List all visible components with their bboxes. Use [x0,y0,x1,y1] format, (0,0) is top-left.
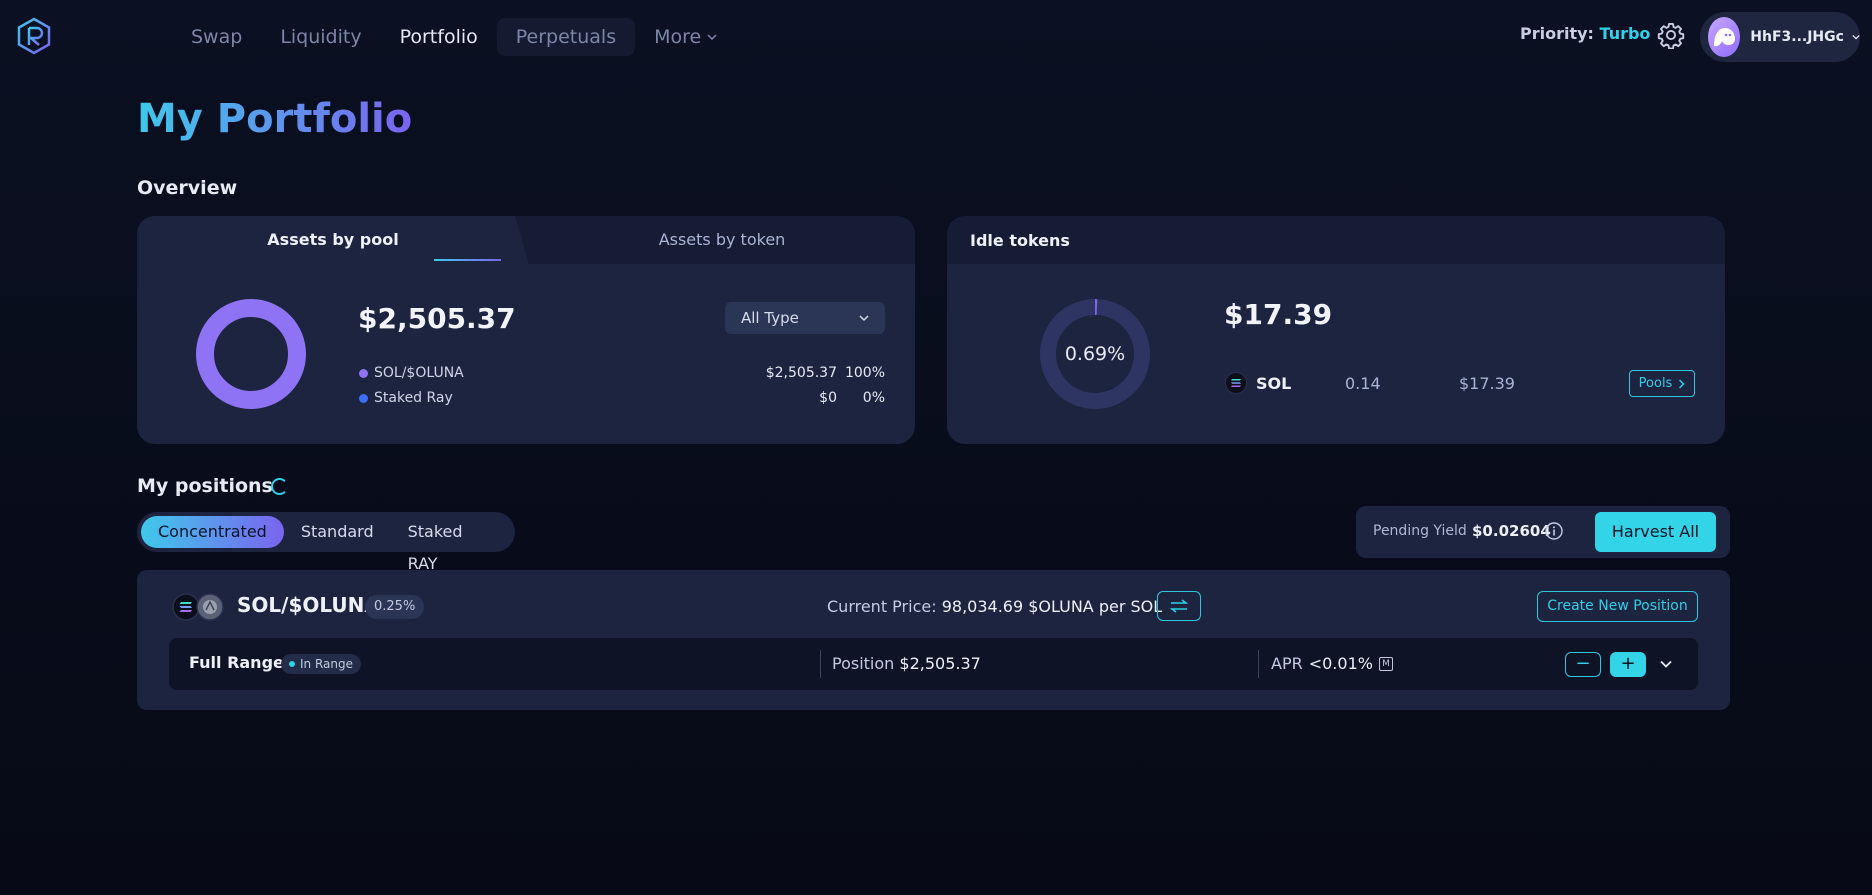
tab-underline [434,259,501,261]
position-apr: APR <0.01% M [1271,654,1393,673]
status-badge-label: In Range [300,657,353,671]
asset-row-pool: SOL/$OLUNA [359,363,464,383]
main-nav: Swap Liquidity Portfolio Perpetuals More [172,18,736,56]
pools-button-label: Pools [1638,376,1673,391]
wallet-address: HhF3...JHGc [1750,29,1844,45]
idle-total: $17.39 [1224,298,1333,331]
nav-liquidity[interactable]: Liquidity [261,18,380,56]
status-dot [289,661,295,667]
fee-badge: 0.25% [365,595,425,619]
harvest-all-button[interactable]: Harvest All [1595,512,1716,552]
raydium-logo-icon[interactable] [17,17,51,55]
overview-title: Overview [137,177,238,199]
current-price-label: Current Price: [827,597,937,616]
priority-setting[interactable]: Priority: Turbo [1520,24,1650,43]
info-icon[interactable] [1544,521,1564,541]
position-value-label: Position [832,654,895,673]
asset-value: $0 [819,390,837,406]
pool-pair-name: SOL/$OLUNA [237,593,380,617]
nav-more[interactable]: More [635,18,736,56]
divider [820,650,821,678]
position-range-label: Full Range [189,653,284,672]
idle-token-value: $17.39 [1459,374,1515,393]
swap-arrows-icon [1169,599,1189,613]
asset-percent: 100% [844,365,885,381]
type-filter-value: All Type [741,309,799,327]
ghost-avatar-icon [1714,28,1736,47]
create-new-position-button[interactable]: Create New Position [1537,591,1698,622]
position-value-amount: $2,505.37 [899,654,981,673]
divider [1258,650,1259,678]
tab-staked-ray[interactable]: Staked RAY [391,516,511,573]
chevron-right-icon [1679,378,1685,389]
asset-value: $2,505.37 [765,365,837,381]
idle-tokens-header: Idle tokens [947,216,1725,264]
apr-mode-icon[interactable]: M [1378,656,1393,671]
assets-donut-chart [196,299,306,409]
invert-price-button[interactable] [1157,591,1201,621]
tab-assets-by-token[interactable]: Assets by token [529,216,915,264]
page-title: My Portfolio [137,96,413,142]
pools-button[interactable]: Pools [1629,370,1695,397]
gear-icon[interactable] [1657,21,1685,49]
position-type-tabs: Concentrated Standard Staked RAY [137,512,515,573]
position-row: Full Range In Range Position $2,505.37 A… [169,638,1698,690]
top-nav-bar: Swap Liquidity Portfolio Perpetuals More… [0,0,1872,74]
tab-standard[interactable]: Standard [284,516,391,548]
chevron-down-icon [859,315,869,322]
solana-icon [1231,379,1241,387]
nav-more-label: More [654,26,702,48]
pair-token-icons [172,593,224,621]
sol-token-icon [1225,372,1247,394]
pending-yield-value: $0.02604 [1472,522,1551,540]
apr-label: APR [1271,654,1303,673]
chevron-down-icon [1852,34,1860,40]
positions-title: My positions [137,475,273,497]
current-price-value: 98,034.69 [941,597,1024,616]
priority-label: Priority: [1520,24,1594,43]
asset-percent: 0% [862,390,885,406]
idle-token-amount: 0.14 [1345,374,1381,393]
status-badge: In Range [281,654,361,674]
add-liquidity-button[interactable]: + [1610,652,1646,677]
wallet-button[interactable]: HhF3...JHGc [1700,12,1860,62]
asset-name: SOL/$OLUNA [374,365,464,381]
idle-token-symbol: SOL [1256,374,1292,393]
assets-total: $2,505.37 [358,302,516,335]
nav-swap[interactable]: Swap [172,18,261,56]
chevron-down-icon [707,34,717,41]
position-pool-card: SOL/$OLUNA 0.25% Current Price: 98,034.6… [137,570,1730,710]
chevron-down-icon[interactable] [1658,656,1674,672]
assets-card: Assets by pool Assets by token $2,505.37… [137,216,915,444]
current-price-unit: $OLUNA per SOL [1028,597,1163,616]
position-value: Position $2,505.37 [832,654,981,673]
nav-portfolio[interactable]: Portfolio [381,18,497,56]
loading-spinner-icon [271,478,288,495]
legend-dot [359,368,368,378]
idle-tokens-title: Idle tokens [970,231,1070,250]
type-filter-select[interactable]: All Type [725,302,885,334]
apr-value: <0.01% [1308,654,1373,673]
asset-name: Staked Ray [374,390,453,406]
idle-percent: 0.69% [1064,343,1126,365]
tab-concentrated[interactable]: Concentrated [141,516,284,548]
remove-liquidity-button[interactable]: − [1565,652,1601,677]
avatar [1708,17,1741,57]
pending-yield-panel: Pending Yield $0.02604 Harvest All [1356,506,1730,558]
tab-assets-by-pool[interactable]: Assets by pool [137,216,529,264]
nav-perpetuals[interactable]: Perpetuals [496,18,636,56]
idle-tokens-card: Idle tokens 0.69% $17.39 SOL 0.14 $17.39… [947,216,1725,444]
legend-dot [359,393,368,403]
asset-row-staked-ray: Staked Ray [359,388,453,408]
current-price: Current Price: 98,034.69 $OLUNA per SOL [827,597,1162,616]
priority-value: Turbo [1599,24,1651,43]
pending-yield-label: Pending Yield [1373,523,1467,539]
